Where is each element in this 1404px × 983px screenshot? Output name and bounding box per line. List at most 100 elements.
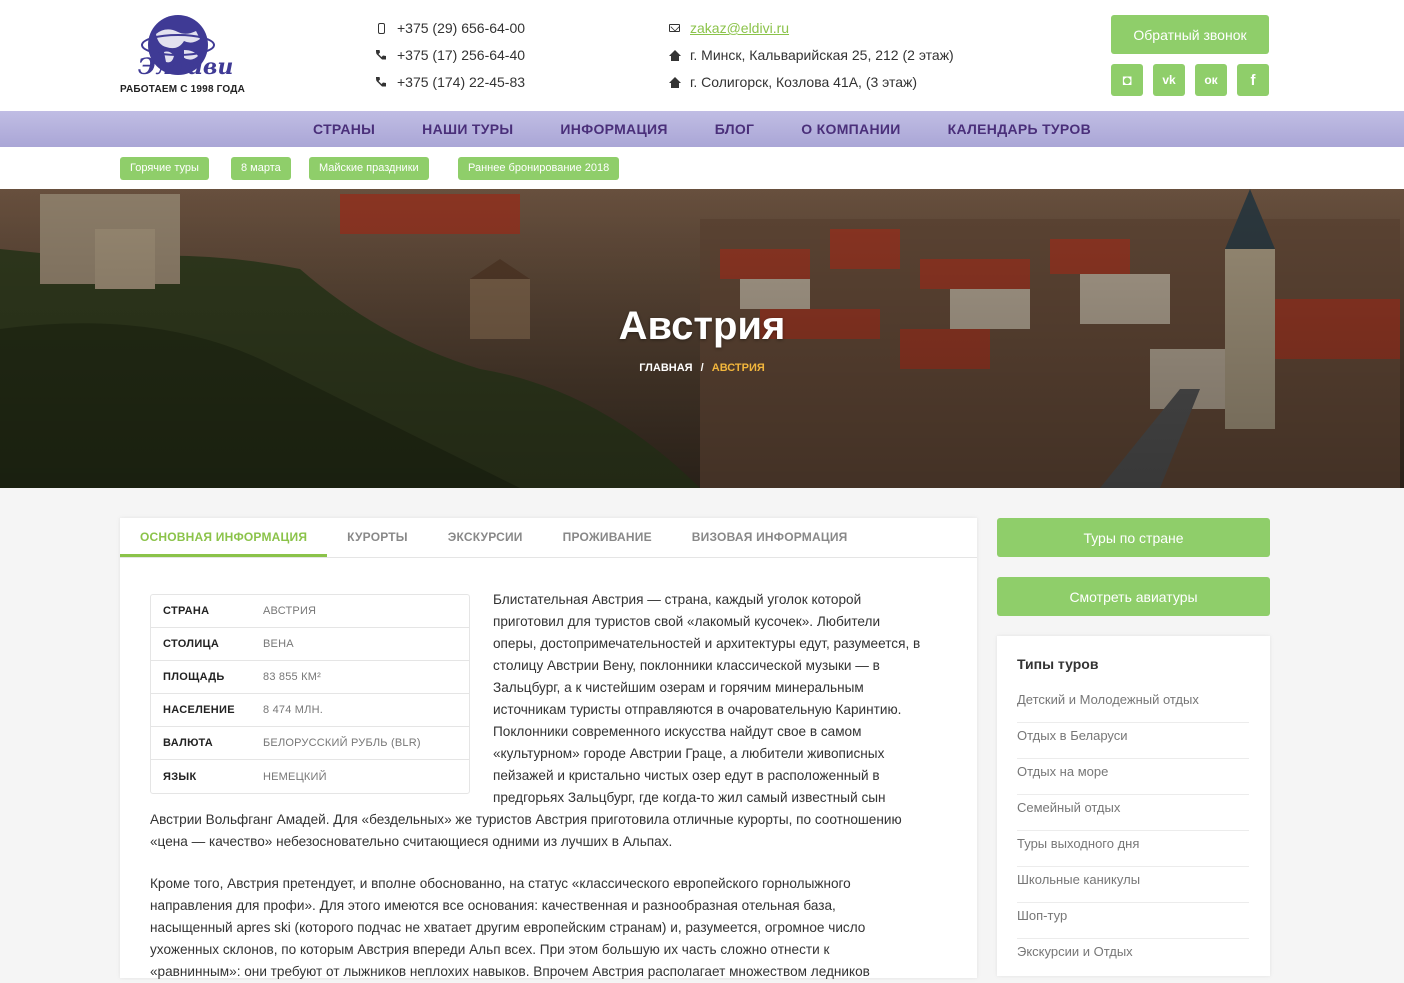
logo-text: Элдиви: [138, 54, 234, 80]
tabs: ОСНОВНАЯ ИНФОРМАЦИЯ КУРОРТЫ ЭКСКУРСИИ ПР…: [120, 518, 977, 558]
description-paragraph-2: Кроме того, Австрия претендует, и вполне…: [150, 873, 960, 983]
tag-hot-tours[interactable]: Горячие туры: [120, 157, 209, 180]
home-icon: [669, 76, 681, 88]
tour-type-item[interactable]: Отдых в Беларуси: [1017, 723, 1249, 759]
nav-information[interactable]: ИНФОРМАЦИЯ: [537, 111, 691, 147]
text-line: насыщенный apres ski (которого подчас не…: [150, 920, 866, 935]
tour-type-item[interactable]: Детский и Молодежный отдых: [1017, 687, 1249, 723]
avia-tours-button[interactable]: Смотреть авиатуры: [997, 577, 1270, 616]
tour-types-title: Типы туров: [1017, 656, 1099, 672]
text-line: приготовил для туристов свой «лакомый ку…: [493, 614, 881, 629]
text-line: столицу Австрии Вену, поклонники классич…: [493, 658, 880, 673]
phone-mobile[interactable]: +375 (29) 656-64-00: [376, 20, 525, 36]
text-line: «равнинным»: они требуют от лыжников неп…: [150, 964, 870, 979]
info-value: 83 855 КМ²: [263, 671, 321, 683]
nav-calendar[interactable]: КАЛЕНДАРЬ ТУРОВ: [924, 111, 1114, 147]
text-line: Австрии Вольфганг Амадей. Для «бездельны…: [150, 812, 902, 827]
phone-text: +375 (29) 656-64-00: [397, 20, 526, 36]
breadcrumb-current: АВСТРИЯ: [711, 362, 765, 374]
text-line: Зальцбург, а к чистейшим озерам и горячи…: [493, 680, 864, 695]
content-card: ОСНОВНАЯ ИНФОРМАЦИЯ КУРОРТЫ ЭКСКУРСИИ ПР…: [120, 518, 977, 979]
description-continued: Австрии Вольфганг Амадей. Для «бездельны…: [150, 809, 960, 853]
tag-march-8[interactable]: 8 марта: [231, 157, 291, 180]
text-line: оперы, достопримечательностей и архитект…: [493, 636, 921, 651]
phone-icon: [376, 77, 387, 88]
breadcrumb: ГЛАВНАЯ / АВСТРИЯ: [0, 362, 1404, 374]
phone-icon: [376, 50, 387, 61]
table-row: НАСЕЛЕНИЕ 8 474 МЛН.: [151, 694, 469, 727]
info-value: БЕЛОРУССКИЙ РУБЛЬ (BLR): [263, 737, 421, 749]
main-nav: СТРАНЫ НАШИ ТУРЫ ИНФОРМАЦИЯ БЛОГ О КОМПА…: [0, 111, 1404, 147]
address-text: г. Солигорск, Козлова 41А, (3 этаж): [690, 74, 918, 90]
text-line: направления для профи». Для этого имеютс…: [150, 898, 836, 913]
email-link[interactable]: zakaz@eldivi.ru: [690, 20, 789, 36]
tours-by-country-button[interactable]: Туры по стране: [997, 518, 1270, 557]
info-value: ВЕНА: [263, 638, 294, 650]
address-text: г. Минск, Кальварийская 25, 212 (2 этаж): [690, 47, 954, 63]
tab-main-info[interactable]: ОСНОВНАЯ ИНФОРМАЦИЯ: [120, 518, 328, 557]
instagram-icon[interactable]: ◘: [1111, 64, 1143, 96]
tab-resorts[interactable]: КУРОРТЫ: [327, 518, 428, 557]
text-line: Кроме того, Австрия претендует, и вполне…: [150, 876, 851, 891]
info-key: СТОЛИЦА: [163, 638, 220, 650]
tour-type-item[interactable]: Семейный отдых: [1017, 795, 1249, 831]
info-key: ЯЗЫК: [163, 770, 197, 783]
tab-visa-info[interactable]: ВИЗОВАЯ ИНФОРМАЦИЯ: [672, 518, 868, 557]
table-row: ВАЛЮТА БЕЛОРУССКИЙ РУБЛЬ (BLR): [151, 727, 469, 760]
table-row: ЯЗЫК НЕМЕЦКИЙ: [151, 760, 469, 793]
nav-about[interactable]: О КОМПАНИИ: [778, 111, 924, 147]
info-value: НЕМЕЦКИЙ: [263, 770, 327, 783]
info-value: АВСТРИЯ: [263, 605, 317, 617]
vk-icon[interactable]: vk: [1153, 64, 1185, 96]
text-line: Поклонники современного искусства найдут…: [493, 724, 862, 739]
info-value: 8 474 МЛН.: [263, 704, 323, 716]
info-key: НАСЕЛЕНИЕ: [163, 704, 235, 716]
info-key: СТРАНА: [163, 605, 210, 617]
tour-type-item[interactable]: Туры выходного дня: [1017, 831, 1249, 867]
table-row: ПЛОЩАДЬ 83 855 КМ²: [151, 661, 469, 694]
tag-may-holidays[interactable]: Майские праздники: [309, 157, 429, 180]
text-line: Блистательная Австрия — страна, каждый у…: [493, 592, 862, 607]
breadcrumb-home[interactable]: ГЛАВНАЯ: [639, 362, 692, 374]
phone-city-2[interactable]: +375 (174) 22-45-83: [376, 74, 525, 90]
text-line: «цена — качество» небезосновательно счит…: [150, 834, 673, 849]
phone-city-1[interactable]: +375 (17) 256-64-40: [376, 47, 525, 63]
odnoklassniki-icon[interactable]: ок: [1195, 64, 1227, 96]
tab-excursions[interactable]: ЭКСКУРСИИ: [428, 518, 543, 557]
text-line: пейзажей и кристально чистых озер едут в…: [493, 768, 880, 783]
table-row: СТОЛИЦА ВЕНА: [151, 628, 469, 661]
table-row: СТРАНА АВСТРИЯ: [151, 595, 469, 628]
logo-tagline: РАБОТАЕМ С 1998 ГОДА: [120, 84, 246, 95]
tour-type-item[interactable]: Шоп-тур: [1017, 903, 1249, 939]
nav-countries[interactable]: СТРАНЫ: [290, 111, 399, 147]
text-line: ухоженных склонов, по которым Австрия вп…: [150, 942, 830, 957]
page-title: Австрия: [618, 304, 786, 348]
breadcrumb-separator: /: [700, 362, 704, 374]
mail-icon: [669, 24, 680, 32]
phone-text: +375 (174) 22-45-83: [397, 74, 526, 90]
tour-type-item[interactable]: Экскурсии и Отдых: [1017, 939, 1249, 975]
nav-our-tours[interactable]: НАШИ ТУРЫ: [399, 111, 537, 147]
facebook-icon[interactable]: f: [1237, 64, 1269, 96]
mobile-icon: [378, 22, 385, 34]
tour-type-item[interactable]: Отдых на море: [1017, 759, 1249, 795]
email-contact: zakaz@eldivi.ru: [669, 20, 789, 36]
address-soligorsk: г. Солигорск, Козлова 41А, (3 этаж): [669, 74, 917, 90]
tour-types-widget: Типы туров Детский и Молодежный отдых От…: [997, 636, 1270, 976]
text-line: «культурном» городе Австрии Граце, а люб…: [493, 746, 885, 761]
home-icon: [669, 49, 681, 61]
phone-text: +375 (17) 256-64-40: [397, 47, 526, 63]
text-line: предгорьях Зальцбург, где когда-то жил с…: [493, 790, 886, 805]
callback-button[interactable]: Обратный звонок: [1111, 15, 1269, 54]
tag-early-booking[interactable]: Раннее бронирование 2018: [458, 157, 620, 180]
tags-bar: [0, 147, 1404, 189]
tab-accommodation[interactable]: ПРОЖИВАНИЕ: [543, 518, 672, 557]
nav-blog[interactable]: БЛОГ: [691, 111, 778, 147]
country-info-table: СТРАНА АВСТРИЯ СТОЛИЦА ВЕНА ПЛОЩАДЬ 83 855 …: [150, 594, 470, 794]
tour-type-item[interactable]: Школьные каникулы: [1017, 867, 1249, 903]
address-minsk: г. Минск, Кальварийская 25, 212 (2 этаж): [669, 47, 954, 63]
info-key: ПЛОЩАДЬ: [163, 671, 225, 683]
info-key: ВАЛЮТА: [163, 737, 214, 749]
description-right: Блистательная Австрия — страна, каждый у…: [493, 589, 963, 809]
text-line: источникам туристы отправляются в очаров…: [493, 702, 902, 717]
